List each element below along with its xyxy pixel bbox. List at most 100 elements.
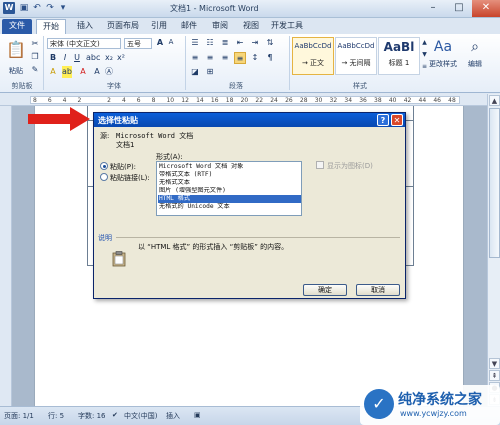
- format-listbox[interactable]: Microsoft Word 文档 对象 带格式文本 (RTF) 无格式文本 图…: [156, 161, 302, 216]
- strikethrough-icon[interactable]: abc: [86, 52, 100, 64]
- change-styles-icon[interactable]: Aa: [432, 38, 454, 58]
- tab-insert[interactable]: 插入: [72, 19, 98, 34]
- status-language[interactable]: 中文(中国): [124, 411, 157, 421]
- tab-review[interactable]: 审阅: [207, 19, 233, 34]
- style-heading1[interactable]: AaBl 标题 1: [378, 37, 420, 75]
- list-item[interactable]: Microsoft Word 文档 对象: [158, 163, 301, 171]
- editing-label[interactable]: 编辑: [462, 59, 488, 71]
- font-color-icon[interactable]: A: [78, 66, 88, 78]
- tab-view[interactable]: 视图: [238, 19, 264, 34]
- find-icon[interactable]: ⌕: [464, 38, 486, 58]
- char-shading-icon[interactable]: A: [92, 66, 102, 78]
- maximize-button[interactable]: □: [446, 0, 472, 17]
- style-no-spacing[interactable]: AaBbCcDd → 无间隔: [335, 37, 377, 75]
- customize-qa-icon[interactable]: ▾: [57, 2, 69, 14]
- show-as-icon-label[interactable]: 显示为图标(D): [327, 161, 373, 171]
- dialog-title-bar[interactable]: 选择性粘贴 ? ✕: [94, 113, 405, 127]
- align-left-icon[interactable]: ≡: [189, 52, 201, 64]
- save-icon[interactable]: ▣: [18, 2, 30, 14]
- prev-page-icon[interactable]: ⇞: [489, 370, 500, 381]
- justify-icon[interactable]: ≡: [234, 52, 246, 64]
- ruler-mark: 4: [62, 97, 67, 104]
- list-item[interactable]: 无格式文本: [158, 179, 301, 187]
- tab-page-layout[interactable]: 页面布局: [104, 19, 142, 34]
- status-row[interactable]: 行: 5: [48, 411, 64, 421]
- scroll-up-icon[interactable]: ▲: [489, 95, 500, 106]
- bold-icon[interactable]: B: [48, 52, 58, 64]
- macro-record-icon[interactable]: ▣: [194, 411, 201, 419]
- decrease-indent-icon[interactable]: ⇤: [234, 37, 246, 49]
- cancel-button[interactable]: 取消: [356, 284, 400, 296]
- change-styles-label[interactable]: 更改样式: [428, 59, 458, 71]
- italic-icon[interactable]: I: [60, 52, 70, 64]
- show-as-icon-checkbox[interactable]: [316, 161, 324, 169]
- tab-home[interactable]: 开始: [36, 19, 66, 34]
- increase-indent-icon[interactable]: ⇥: [249, 37, 261, 49]
- proofing-icon[interactable]: ✔: [112, 411, 118, 419]
- grow-font-icon[interactable]: A: [155, 37, 165, 49]
- tab-mailings[interactable]: 邮件: [176, 19, 202, 34]
- paste-button-label[interactable]: 粘贴: [4, 66, 28, 78]
- highlight-icon[interactable]: ab: [62, 66, 72, 78]
- tab-file[interactable]: 文件: [2, 19, 32, 34]
- list-item[interactable]: 带格式文本 (RTF): [158, 171, 301, 179]
- enclose-char-icon[interactable]: Ⓐ: [104, 66, 114, 78]
- cut-icon[interactable]: ✂: [30, 38, 40, 50]
- font-name-field[interactable]: 宋体 (中文正文): [47, 38, 121, 49]
- ruler-mark: 42: [403, 97, 412, 104]
- status-mode[interactable]: 插入: [166, 411, 180, 421]
- vertical-scrollbar[interactable]: ▲ ▼ ⇞ ● ⇟: [487, 94, 500, 406]
- sort-icon[interactable]: ⇅: [264, 37, 276, 49]
- borders-icon[interactable]: ⊞: [204, 66, 216, 78]
- paste-radio-label[interactable]: 粘贴(P):: [110, 162, 136, 172]
- superscript-icon[interactable]: x²: [116, 52, 126, 64]
- style-no-spacing-sample: AaBbCcDd: [337, 42, 375, 50]
- show-marks-icon[interactable]: ¶: [264, 52, 276, 64]
- window-title: 文档1 - Microsoft Word: [170, 4, 259, 13]
- text-effects-icon[interactable]: A: [48, 66, 58, 78]
- help-icon[interactable]: ?: [377, 114, 389, 126]
- description-divider: [116, 237, 400, 238]
- tab-developer[interactable]: 开发工具: [268, 19, 306, 34]
- align-center-icon[interactable]: ≡: [204, 52, 216, 64]
- paste-radio[interactable]: [100, 162, 108, 170]
- status-page[interactable]: 页面: 1/1: [4, 411, 34, 421]
- ruler-mark: 2: [107, 97, 111, 104]
- numbering-icon[interactable]: ☷: [204, 37, 216, 49]
- line-spacing-icon[interactable]: ↕: [249, 52, 261, 64]
- ruler-mark: 12: [181, 97, 189, 104]
- paste-link-radio[interactable]: [100, 173, 108, 181]
- paste-link-radio-label[interactable]: 粘贴链接(L):: [110, 173, 150, 183]
- description-text: 以 “HTML 格式” 的形式插入 “剪贴板” 的内容。: [138, 243, 289, 251]
- status-words[interactable]: 字数: 16: [78, 411, 106, 421]
- close-button[interactable]: ✕: [472, 0, 500, 17]
- styles-scroll-icon[interactable]: ▲ ▼ ≡: [421, 37, 428, 75]
- redo-icon[interactable]: ↷: [44, 2, 56, 14]
- tab-references[interactable]: 引用: [146, 19, 172, 34]
- bullets-icon[interactable]: ☰: [189, 37, 201, 49]
- format-painter-icon[interactable]: ✎: [30, 64, 40, 76]
- horizontal-ruler[interactable]: 8 6 4 2 2 4 6 8 10 12 14 16 18 20 22 24 26 28 30 32 34 36 38 40…: [0, 94, 500, 106]
- vertical-ruler[interactable]: [0, 106, 12, 406]
- shrink-font-icon[interactable]: A: [166, 37, 176, 49]
- ok-button[interactable]: 确定: [303, 284, 347, 296]
- list-item-selected[interactable]: HTML 格式: [158, 195, 301, 203]
- scroll-down-icon[interactable]: ▼: [489, 358, 500, 369]
- dialog-close-icon[interactable]: ✕: [391, 114, 403, 126]
- align-right-icon[interactable]: ≡: [219, 52, 231, 64]
- underline-icon[interactable]: U: [72, 52, 82, 64]
- style-normal[interactable]: AaBbCcDd → 正文: [292, 37, 334, 75]
- list-item[interactable]: 图片 (增强型图元文件): [158, 187, 301, 195]
- minimize-button[interactable]: –: [420, 0, 446, 17]
- font-size-field[interactable]: 五号: [124, 38, 152, 49]
- list-item[interactable]: 无格式的 Unicode 文本: [158, 203, 301, 211]
- scroll-thumb[interactable]: [489, 108, 500, 258]
- undo-icon[interactable]: ↶: [31, 2, 43, 14]
- multilevel-list-icon[interactable]: ≣: [219, 37, 231, 49]
- paste-icon[interactable]: 📋: [4, 38, 28, 64]
- shading-icon[interactable]: ◪: [189, 66, 201, 78]
- ruler-track[interactable]: 8 6 4 2 2 4 6 8 10 12 14 16 18 20 22 24 26 28 30 32 34 36 38 40…: [30, 96, 460, 104]
- subscript-icon[interactable]: x₂: [104, 52, 114, 64]
- copy-icon[interactable]: ❐: [30, 51, 40, 63]
- word-app-icon[interactable]: W: [3, 2, 15, 14]
